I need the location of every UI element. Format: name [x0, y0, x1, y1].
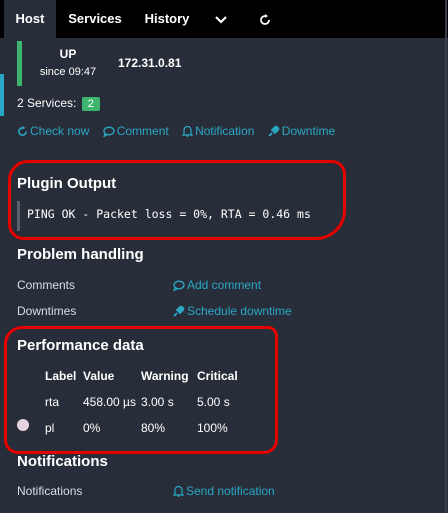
comment-label: Comment [116, 124, 169, 138]
services-summary: 2 Services: 2 [17, 96, 100, 111]
tab-bar: Host Services History [0, 0, 448, 38]
downtime-label: Downtime [281, 124, 336, 138]
notification-label: Notification [195, 124, 255, 138]
comment-icon [102, 126, 115, 138]
host-address: 172.31.0.81 [118, 56, 182, 70]
left-accent-bar [0, 74, 4, 116]
schedule-downtime-label: Schedule downtime [187, 304, 292, 318]
bell-icon [172, 485, 185, 497]
perf-rta-value: 458.00 µs [83, 395, 136, 409]
refresh-icon [18, 126, 27, 136]
perf-header-value: Value [83, 369, 115, 383]
check-now-label: Check now [30, 124, 90, 138]
comments-label: Comments [17, 278, 76, 292]
refresh-icon [260, 13, 270, 25]
plug-icon [268, 125, 280, 137]
services-ok-badge[interactable]: 2 [81, 97, 100, 111]
panel-divider [445, 0, 447, 513]
refresh-button[interactable] [250, 0, 280, 38]
schedule-downtime-link[interactable]: Schedule downtime [173, 304, 292, 318]
add-comment-link[interactable]: Add comment [172, 278, 262, 292]
notifications-title: Notifications [17, 453, 108, 470]
perf-pl-critical: 100% [197, 421, 228, 435]
perf-rta-warning: 3.00 s [141, 395, 174, 409]
check-now-link[interactable]: Check now [17, 124, 89, 138]
add-comment-label: Add comment [187, 278, 262, 292]
downtime-link[interactable]: Downtime [268, 124, 335, 138]
tab-host[interactable]: Host [4, 0, 56, 38]
services-summary-label: 2 Services: [17, 96, 77, 110]
host-state-indicator [17, 41, 22, 86]
perf-header-warning: Warning [141, 369, 189, 383]
plugin-output-box: PING OK - Packet loss = 0%, RTA = 0.46 m… [17, 201, 338, 231]
more-tabs-dropdown[interactable] [206, 0, 236, 38]
perf-pl-warning: 80% [141, 421, 166, 435]
perf-rta-critical: 5.00 s [197, 395, 230, 409]
perf-rta-label: rta [45, 395, 60, 409]
perf-pl-value: 0% [83, 421, 101, 435]
notifications-label: Notifications [17, 484, 83, 498]
downtimes-label: Downtimes [17, 304, 77, 318]
comment-icon [172, 280, 185, 292]
tab-services[interactable]: Services [64, 0, 126, 38]
perf-pl-pie-icon [17, 419, 29, 431]
notification-link[interactable]: Notification [181, 124, 255, 138]
send-notification-link[interactable]: Send notification [172, 484, 275, 498]
plug-icon [173, 305, 185, 317]
perf-header-label: Label [45, 369, 77, 383]
plugin-output-text: PING OK - Packet loss = 0%, RTA = 0.46 m… [27, 207, 311, 221]
tab-history[interactable]: History [136, 0, 198, 38]
perf-header-critical: Critical [197, 369, 238, 383]
bell-icon [181, 125, 194, 137]
quick-actions: Check now Comment Notification Downtime [17, 124, 345, 138]
performance-data-title: Performance data [17, 337, 144, 354]
problem-handling-title: Problem handling [17, 246, 144, 263]
host-state-since: since 09:47 [39, 66, 97, 78]
perf-pl-label: pl [45, 421, 55, 435]
chevron-down-icon [215, 15, 227, 24]
send-notification-label: Send notification [186, 484, 275, 498]
plugin-output-title: Plugin Output [17, 175, 117, 192]
host-state: UP [59, 47, 77, 61]
comment-link[interactable]: Comment [102, 124, 169, 138]
